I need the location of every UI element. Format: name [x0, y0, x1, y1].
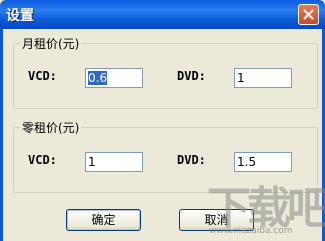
monthly-price-group: 月租价(元) VCD: 0.6 DVD: 1 — [13, 35, 318, 109]
title-bar[interactable]: 设置 — [0, 0, 325, 29]
zero-vcd-value: 1 — [88, 155, 96, 169]
zero-price-legend: 零租价(元) — [20, 119, 82, 136]
watermark-logo: 下载吧 www.xiazaiba.com — [205, 168, 325, 238]
zero-dvd-label: DVD: — [177, 153, 206, 167]
close-button[interactable] — [298, 4, 319, 25]
watermark-url: www.xiazaiba.com — [209, 226, 293, 236]
zero-vcd-input[interactable]: 1 — [85, 152, 143, 172]
zero-dvd-value: 1.5 — [237, 155, 257, 169]
monthly-vcd-value: 0.6 — [88, 71, 108, 85]
monthly-vcd-label: VCD: — [28, 69, 57, 83]
monthly-vcd-input[interactable]: 0.6 — [85, 68, 143, 88]
monthly-price-legend: 月租价(元) — [20, 35, 82, 52]
monthly-dvd-value: 1 — [237, 71, 245, 85]
ok-button[interactable]: 确定 — [66, 209, 141, 231]
monthly-dvd-label: DVD: — [177, 69, 206, 83]
monthly-dvd-input[interactable]: 1 — [234, 68, 292, 88]
window-title: 设置 — [6, 8, 34, 24]
zero-vcd-label: VCD: — [28, 153, 57, 167]
close-icon — [303, 9, 314, 20]
